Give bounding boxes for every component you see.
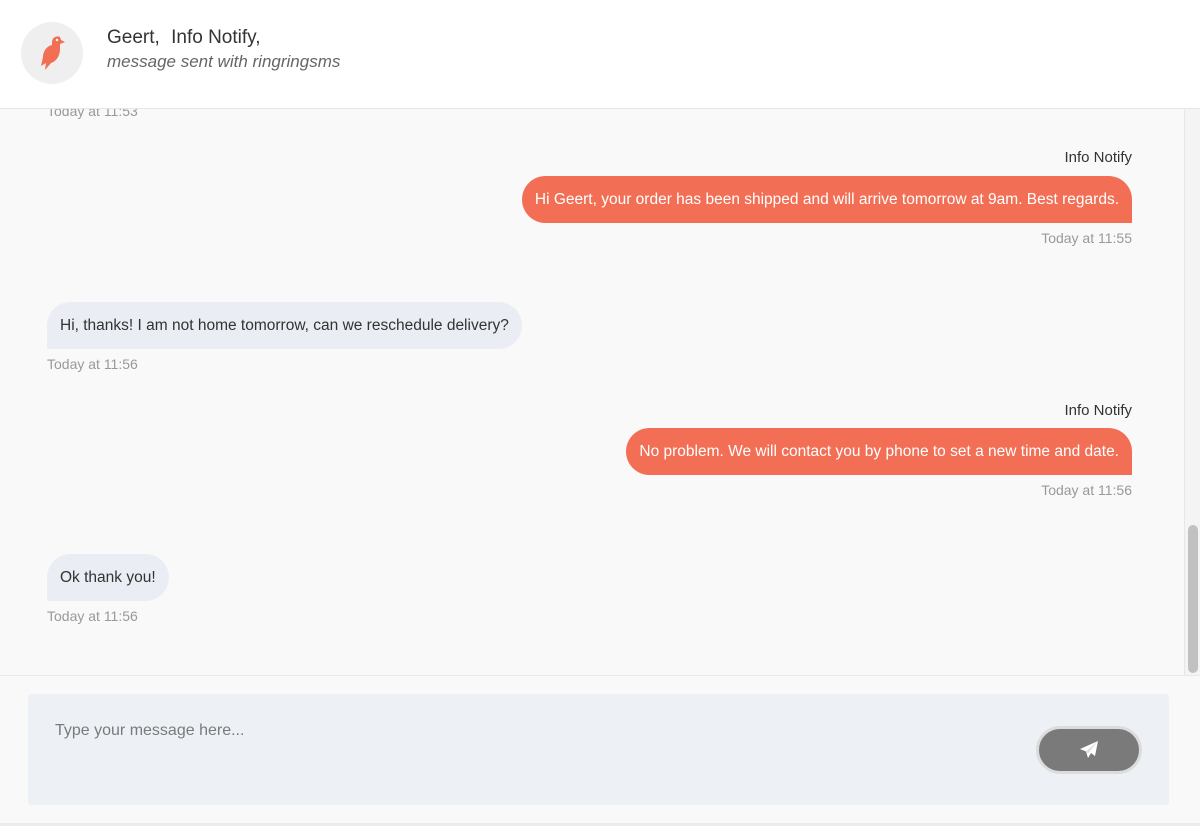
outgoing-message: No problem. We will contact you by phone… [626, 428, 1132, 475]
message-sender: Info Notify [1064, 402, 1132, 419]
avatar [21, 22, 83, 84]
message-input[interactable] [28, 694, 1028, 805]
message-timestamp: Today at 11:53 [47, 109, 138, 119]
incoming-message: Ok thank you! [47, 554, 169, 601]
conversation-subtitle: message sent with ringringsms [107, 52, 341, 71]
participant-name: Geert, [107, 27, 160, 48]
participant-name: Info Notify, [171, 27, 261, 48]
message-timestamp: Today at 11:56 [1041, 482, 1132, 498]
scrollbar-thumb[interactable] [1188, 525, 1198, 673]
message-list: Today at 11:53 Info Notify Hi Geert, you… [0, 109, 1184, 675]
chat-header: Geert, Info Notify, message sent with ri… [0, 0, 1200, 109]
conversation-scrollbar[interactable] [1184, 109, 1200, 675]
message-timestamp: Today at 11:56 [47, 356, 138, 372]
send-button[interactable] [1036, 726, 1142, 774]
outgoing-message: Hi Geert, your order has been shipped an… [521, 176, 1132, 223]
message-timestamp: Today at 11:56 [47, 608, 138, 624]
paper-plane-icon [1080, 741, 1098, 758]
composer-area [0, 675, 1200, 826]
message-sender: Info Notify [1064, 149, 1132, 166]
conversation-title: Geert, Info Notify, [107, 27, 267, 49]
incoming-message: Hi, thanks! I am not home tomorrow, can … [47, 302, 522, 349]
composer [28, 694, 1169, 805]
bird-icon [41, 36, 65, 70]
message-timestamp: Today at 11:55 [1041, 230, 1132, 246]
